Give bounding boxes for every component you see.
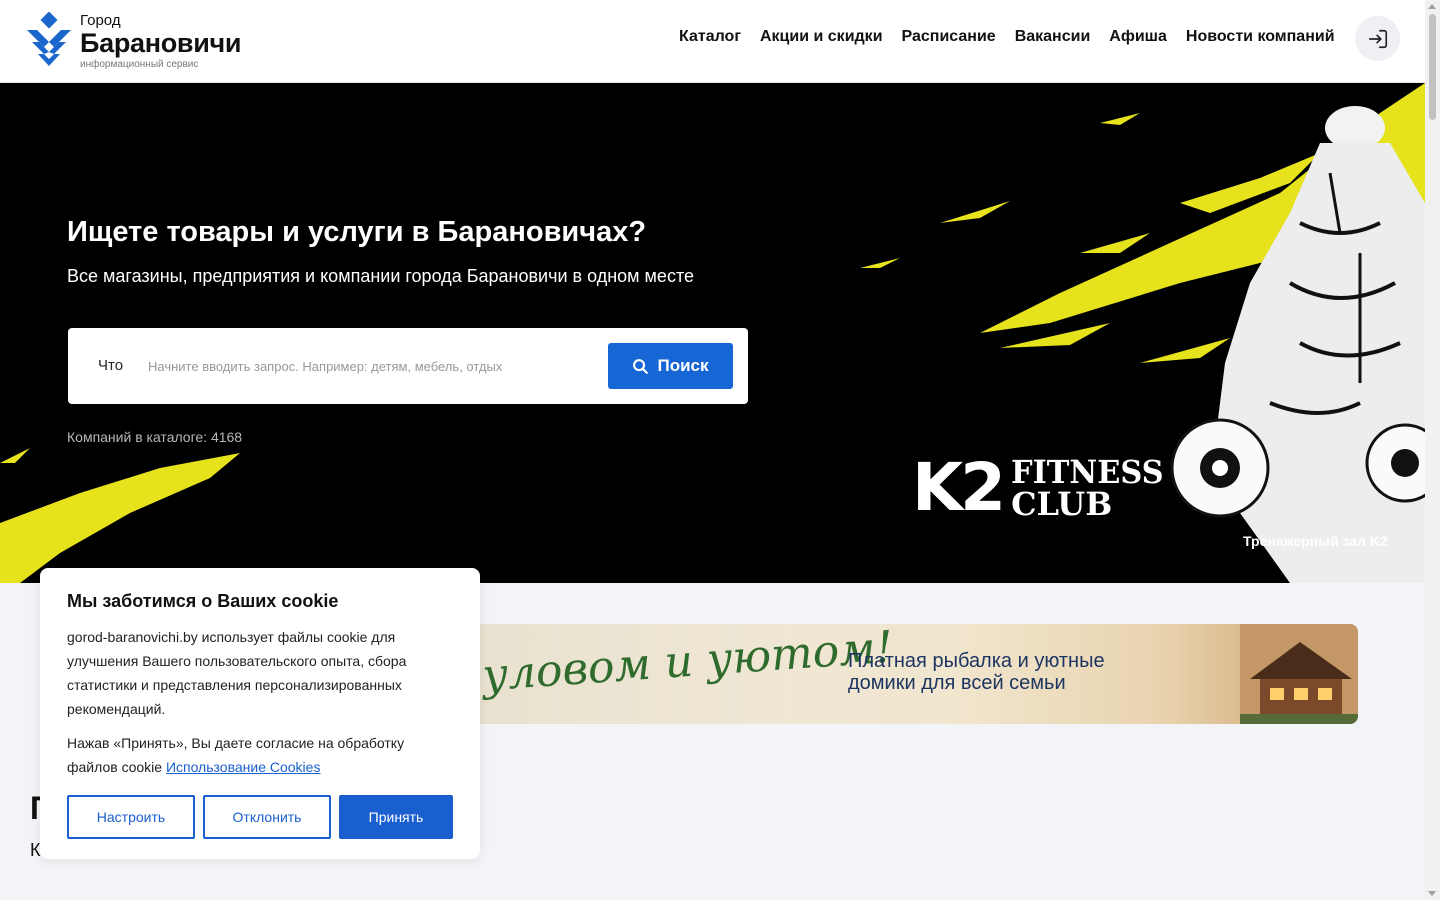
k2-logo-text: K2 — [912, 449, 1006, 526]
ad-caption-link[interactable]: Тренажерный зал K2 — [1243, 533, 1388, 549]
hero-title: Ищете товары и услуги в Барановичах? — [67, 216, 647, 248]
login-icon — [1368, 29, 1387, 48]
site-header: Город Барановичи информационный сервис К… — [0, 0, 1425, 83]
login-button[interactable] — [1355, 16, 1400, 61]
search-button-label: Поиск — [657, 356, 709, 375]
cookie-title: Мы заботимся о Ваших cookie — [67, 591, 339, 611]
search-button[interactable]: Поиск — [608, 343, 733, 389]
logo-subtitle: информационный сервис — [80, 59, 199, 70]
banner-line-1: Платная рыбалка и уютные — [848, 650, 1105, 672]
search-label: Что — [98, 357, 124, 374]
cookie-policy-link[interactable]: Использование Cookies — [166, 759, 321, 775]
nav-events[interactable]: Афиша — [1109, 28, 1167, 46]
k2-logo-club: CLUB — [1011, 485, 1113, 523]
cookie-decline-button[interactable]: Отклонить — [203, 795, 331, 839]
cookie-accept-button[interactable]: Принять — [339, 795, 453, 839]
search-input[interactable] — [146, 354, 596, 378]
nav-catalog[interactable]: Каталог — [679, 28, 741, 46]
cookie-dialog: Мы заботимся о Ваших cookie gorod-barano… — [40, 568, 480, 859]
scroll-up-arrow-icon[interactable] — [1428, 4, 1436, 9]
main-nav: Каталог Акции и скидки Расписание Ваканс… — [679, 28, 1354, 46]
banner-text: Платная рыбалка и уютные домики для всей… — [848, 650, 1105, 694]
search-form: Что Поиск — [68, 328, 748, 404]
logo-small-text: Город — [80, 12, 121, 29]
banner-line-2: домики для всей семьи — [848, 672, 1066, 694]
cookie-description: gorod-baranovichi.by использует файлы co… — [67, 629, 407, 717]
logo-title: Барановичи — [80, 28, 242, 58]
site-logo[interactable]: Город Барановичи информационный сервис — [24, 12, 242, 71]
hero-section: Ищете товары и услуги в Барановичах? Все… — [0, 83, 1425, 583]
cookie-configure-button[interactable]: Настроить — [67, 795, 195, 839]
page-scrollbar[interactable] — [1425, 0, 1440, 900]
logo-mark-icon — [27, 12, 71, 66]
k2-logo-fitness: FITNESS — [1011, 453, 1164, 491]
nav-promotions[interactable]: Акции и скидки — [760, 28, 883, 46]
scrollbar-thumb[interactable] — [1429, 14, 1436, 120]
hero-subtitle: Все магазины, предприятия и компании гор… — [67, 266, 694, 286]
cookie-consent-text: Нажав «Принять», Вы даете согласие на об… — [67, 731, 447, 779]
catalog-count: Компаний в каталоге: 4168 — [67, 429, 243, 445]
nav-vacancies[interactable]: Вакансии — [1015, 28, 1091, 46]
nav-schedule[interactable]: Расписание — [902, 28, 996, 46]
house-illustration — [1240, 624, 1358, 724]
k2-fitness-logo[interactable]: K2 FITNESS CLUB — [912, 455, 1172, 521]
nav-company-news[interactable]: Новости компаний — [1186, 28, 1335, 46]
ad-banner[interactable]: уловом и уютом! Платная рыбалка и уютные… — [440, 624, 1358, 724]
scroll-down-arrow-icon[interactable] — [1428, 891, 1436, 896]
search-icon — [633, 358, 649, 374]
section-subtitle: К — [30, 840, 41, 860]
banner-script-text: уловом и уютом! — [480, 624, 895, 702]
